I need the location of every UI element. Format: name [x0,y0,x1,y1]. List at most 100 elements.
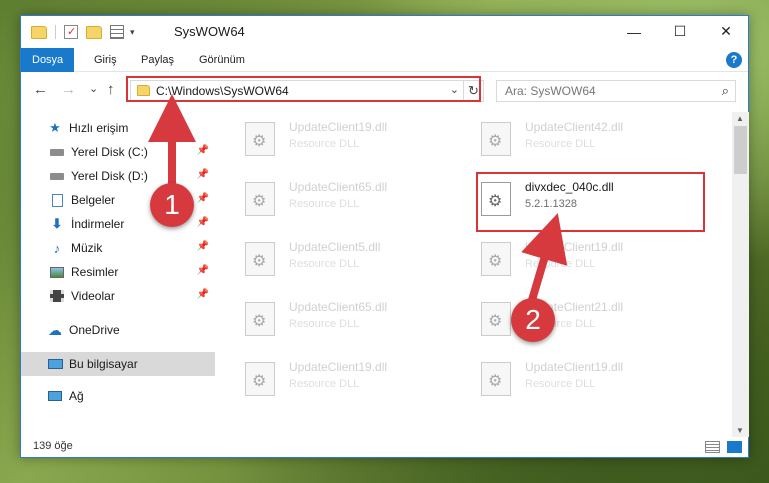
drive-icon [49,145,65,159]
sidebar-item-pictures[interactable]: Resimler 📌 [21,260,215,284]
sidebar-item-label: Yerel Disk (D:) [71,169,148,183]
file-name: UpdateClient19.dll [289,360,388,374]
sidebar-item-videos[interactable]: Videolar 📌 [21,284,215,308]
tab-view[interactable]: Görünüm [188,48,256,72]
file-name: UpdateClient65.dll [289,180,388,194]
sidebar-item-local-disk-d[interactable]: Yerel Disk (D:) 📌 [21,164,215,188]
sidebar-item-label: Yerel Disk (C:) [71,145,148,159]
file-description: Resource DLL [289,198,360,210]
file-list: UpdateClient19.dll Resource DLL UpdateCl… [217,112,732,437]
pin-icon[interactable]: 📌 [197,265,209,276]
close-button[interactable]: ✕ [703,16,749,47]
sidebar-item-label: İndirmeler [71,217,125,231]
download-icon: ⬇ [51,216,63,231]
vertical-scrollbar[interactable]: ▲ ▼ [732,112,749,437]
customize-toolbar-icon[interactable]: ▾ [130,27,135,38]
address-bar[interactable]: C:\Windows\SysWOW64 ⌄ ↻ [130,80,484,102]
chevron-down-icon[interactable]: ⌄ [450,83,459,96]
dll-file-icon [481,182,511,216]
file-item[interactable]: UpdateClient21.dll Resource DLL [473,296,703,340]
scroll-up-icon[interactable]: ▲ [736,114,744,123]
large-icons-view-icon[interactable] [727,441,742,453]
sidebar-item-local-disk-c[interactable]: Yerel Disk (C:) 📌 [21,140,215,164]
scroll-down-icon[interactable]: ▼ [736,426,744,435]
file-item[interactable]: UpdateClient19.dll Resource DLL [237,116,467,160]
sidebar-item-label: Müzik [71,241,103,255]
title-bar: ✓ ▾ SysWOW64 — ☐ ✕ [21,16,748,48]
file-name: UpdateClient65.dll [289,300,388,314]
pin-icon[interactable]: 📌 [197,145,209,156]
details-view-icon[interactable] [705,441,720,453]
tab-share[interactable]: Paylaş [130,48,185,72]
network-icon [47,389,63,403]
file-name: UpdateClient19.dll [525,240,624,254]
quick-access-toolbar: ✓ ▾ [31,23,135,41]
step-1-badge: 1 [150,183,194,227]
pin-icon[interactable]: 📌 [197,193,209,204]
file-description: Resource DLL [525,138,596,150]
pin-icon[interactable]: 📌 [197,217,209,228]
explorer-window: ✓ ▾ SysWOW64 — ☐ ✕ Dosya Giriş Paylaş Gö… [20,15,749,458]
pin-icon[interactable]: 📌 [197,289,209,300]
folder-icon [137,85,150,96]
computer-icon [47,357,63,371]
ribbon-tabs: Dosya Giriş Paylaş Görünüm ? [21,48,748,72]
maximize-button[interactable]: ☐ [657,16,703,47]
dll-file-icon [481,242,511,276]
dll-file-icon [245,182,275,216]
file-item[interactable]: UpdateClient19.dll Resource DLL [473,236,703,280]
file-item[interactable]: UpdateClient5.dll Resource DLL [237,236,467,280]
dll-file-icon [481,122,511,156]
help-button[interactable]: ? [726,52,742,68]
sidebar-item-label: Resimler [71,265,119,279]
sidebar-item-label: OneDrive [69,323,120,337]
sidebar-item-label: Bu bilgisayar [69,357,138,371]
navigation-bar: ← → ⌄ ↑ C:\Windows\SysWOW64 ⌄ ↻ Ara: Sys… [21,73,748,107]
scroll-thumb[interactable] [734,126,747,174]
file-description: Resource DLL [289,138,360,150]
file-item[interactable]: UpdateClient19.dll Resource DLL [473,356,703,400]
sidebar-item-quick-access[interactable]: ★ Hızlı erişim [21,116,215,140]
back-button[interactable]: ← [33,81,48,98]
dll-file-icon [481,362,511,396]
view-options-icon[interactable] [110,25,124,39]
pin-icon[interactable]: 📌 [197,241,209,252]
refresh-button[interactable]: ↻ [463,81,483,101]
videos-icon [49,289,65,303]
folder-icon [31,25,47,39]
forward-button[interactable]: → [61,81,76,98]
dll-file-icon [245,122,275,156]
search-placeholder: Ara: SysWOW64 [505,84,596,98]
file-name: divxdec_040c.dll [525,180,614,194]
file-item[interactable]: UpdateClient65.dll Resource DLL [237,296,467,340]
file-description: Resource DLL [289,318,360,330]
tab-file[interactable]: Dosya [21,48,75,72]
music-icon: ♪ [53,240,61,256]
sidebar-item-label: Ağ [69,389,84,403]
sidebar-item-this-pc[interactable]: Bu bilgisayar [21,352,215,376]
file-item-divxdec[interactable]: divxdec_040c.dll 5.2.1.1328 [473,176,703,220]
recent-locations-button[interactable]: ⌄ [89,82,98,95]
properties-icon[interactable]: ✓ [64,25,78,39]
pin-icon[interactable]: 📌 [197,169,209,180]
up-button[interactable]: ↑ [107,81,115,98]
sidebar-item-onedrive[interactable]: ☁ OneDrive [21,318,215,342]
cloud-icon: ☁ [48,321,62,338]
search-icon[interactable]: ⌕ [722,83,729,99]
dll-file-icon [245,362,275,396]
status-bar: 139 öğe [21,437,748,458]
file-item[interactable]: UpdateClient42.dll Resource DLL [473,116,703,160]
sidebar-item-network[interactable]: Ağ [21,384,215,408]
file-name: UpdateClient19.dll [525,360,624,374]
sidebar-item-music[interactable]: ♪ Müzik 📌 [21,236,215,260]
sidebar-item-label: Belgeler [71,193,116,207]
address-path[interactable]: C:\Windows\SysWOW64 [156,84,289,98]
documents-icon [49,193,65,207]
file-item[interactable]: UpdateClient65.dll Resource DLL [237,176,467,220]
minimize-button[interactable]: — [611,16,657,47]
search-input[interactable]: Ara: SysWOW64 ⌕ [496,80,736,102]
tab-home[interactable]: Giriş [83,48,128,72]
new-folder-icon[interactable] [86,25,102,39]
file-description: Resource DLL [289,378,360,390]
file-item[interactable]: UpdateClient19.dll Resource DLL [237,356,467,400]
